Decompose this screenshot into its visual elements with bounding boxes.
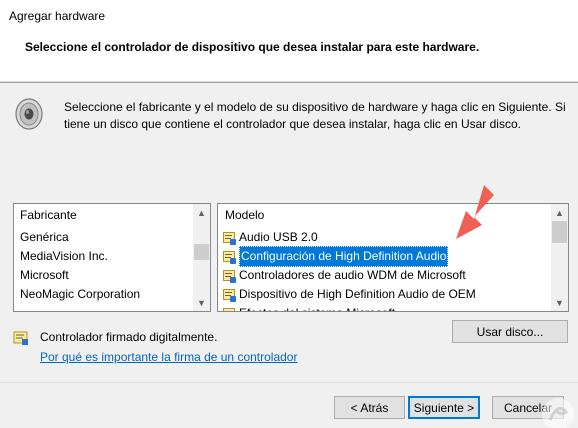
footer-divider bbox=[0, 382, 578, 383]
manufacturer-item[interactable]: Microsoft bbox=[14, 266, 193, 285]
model-item[interactable]: Dispositivo de High Definition Audio de … bbox=[218, 285, 551, 304]
model-item[interactable]: Controladores de audio WDM de Microsoft bbox=[218, 266, 551, 285]
header-divider bbox=[0, 82, 578, 83]
back-button[interactable]: < Atrás bbox=[334, 396, 405, 419]
scroll-up-arrow-icon[interactable]: ▲ bbox=[551, 204, 568, 221]
manufacturer-item-label: Microsoft bbox=[20, 268, 69, 282]
instructions-line-1: Seleccione el fabricante y el modelo de … bbox=[64, 100, 566, 114]
model-item-label: Dispositivo de High Definition Audio de … bbox=[239, 287, 476, 301]
manufacturer-item[interactable]: NeoMagic Corporation bbox=[14, 285, 193, 304]
model-listbox[interactable]: Modelo Audio USB 2.0 Configuración de Hi… bbox=[217, 203, 569, 312]
dialog-header: Agregar hardware Seleccione el controlad… bbox=[0, 0, 578, 82]
next-button[interactable]: Siguiente > bbox=[408, 396, 480, 419]
scroll-down-arrow-icon[interactable]: ▼ bbox=[193, 294, 210, 311]
manufacturer-item-label: NeoMagic Corporation bbox=[20, 287, 141, 301]
scroll-down-arrow-icon[interactable]: ▼ bbox=[551, 294, 568, 311]
manufacturer-scrollbar[interactable]: ▲ ▼ bbox=[193, 204, 210, 311]
driver-icon bbox=[222, 307, 236, 311]
driver-icon bbox=[222, 269, 236, 283]
manufacturer-item-label: Genérica bbox=[20, 230, 69, 244]
instructions-line-2: tiene un disco que contiene el controlad… bbox=[64, 117, 521, 131]
manufacturer-item[interactable]: Genérica bbox=[14, 228, 193, 247]
manufacturer-item-label: MediaVision Inc. bbox=[20, 249, 108, 263]
manufacturer-item[interactable]: MediaVision Inc. bbox=[14, 247, 193, 266]
scrollbar-thumb[interactable] bbox=[552, 221, 567, 243]
have-disk-button[interactable]: Usar disco... bbox=[452, 320, 568, 343]
signed-driver-label: Controlador firmado digitalmente. bbox=[40, 330, 218, 344]
model-item[interactable]: Efectos del sistema Microsoft bbox=[218, 304, 551, 311]
driver-icon bbox=[222, 231, 236, 245]
model-item-selected[interactable]: Configuración de High Definition Audio bbox=[218, 246, 551, 267]
model-header: Modelo bbox=[225, 208, 265, 222]
model-item-label: Efectos del sistema Microsoft bbox=[239, 304, 395, 311]
driver-icon bbox=[222, 250, 236, 264]
manufacturer-header: Fabricante bbox=[20, 208, 77, 222]
scroll-up-arrow-icon[interactable]: ▲ bbox=[193, 204, 210, 221]
manufacturer-listbox[interactable]: Fabricante Genérica MediaVision Inc. Mic… bbox=[13, 203, 211, 312]
speaker-icon bbox=[15, 98, 43, 130]
instructions-text: Seleccione el fabricante y el modelo de … bbox=[64, 99, 569, 133]
driver-icon bbox=[222, 288, 236, 302]
watermark-logo-icon bbox=[542, 398, 574, 428]
signed-driver-icon bbox=[13, 331, 28, 345]
window-title: Agregar hardware bbox=[9, 9, 106, 23]
model-item[interactable]: Audio USB 2.0 bbox=[218, 228, 551, 247]
model-item-label: Controladores de audio WDM de Microsoft bbox=[239, 268, 466, 282]
model-item-label: Configuración de High Definition Audio bbox=[239, 246, 449, 267]
scrollbar-thumb[interactable] bbox=[194, 244, 209, 260]
page-subtitle: Seleccione el controlador de dispositivo… bbox=[25, 40, 480, 54]
red-arrow-icon bbox=[456, 185, 494, 239]
model-scrollbar[interactable]: ▲ ▼ bbox=[551, 204, 568, 311]
driver-signing-link[interactable]: Por qué es importante la firma de un con… bbox=[40, 350, 297, 364]
model-item-label: Audio USB 2.0 bbox=[239, 230, 318, 244]
